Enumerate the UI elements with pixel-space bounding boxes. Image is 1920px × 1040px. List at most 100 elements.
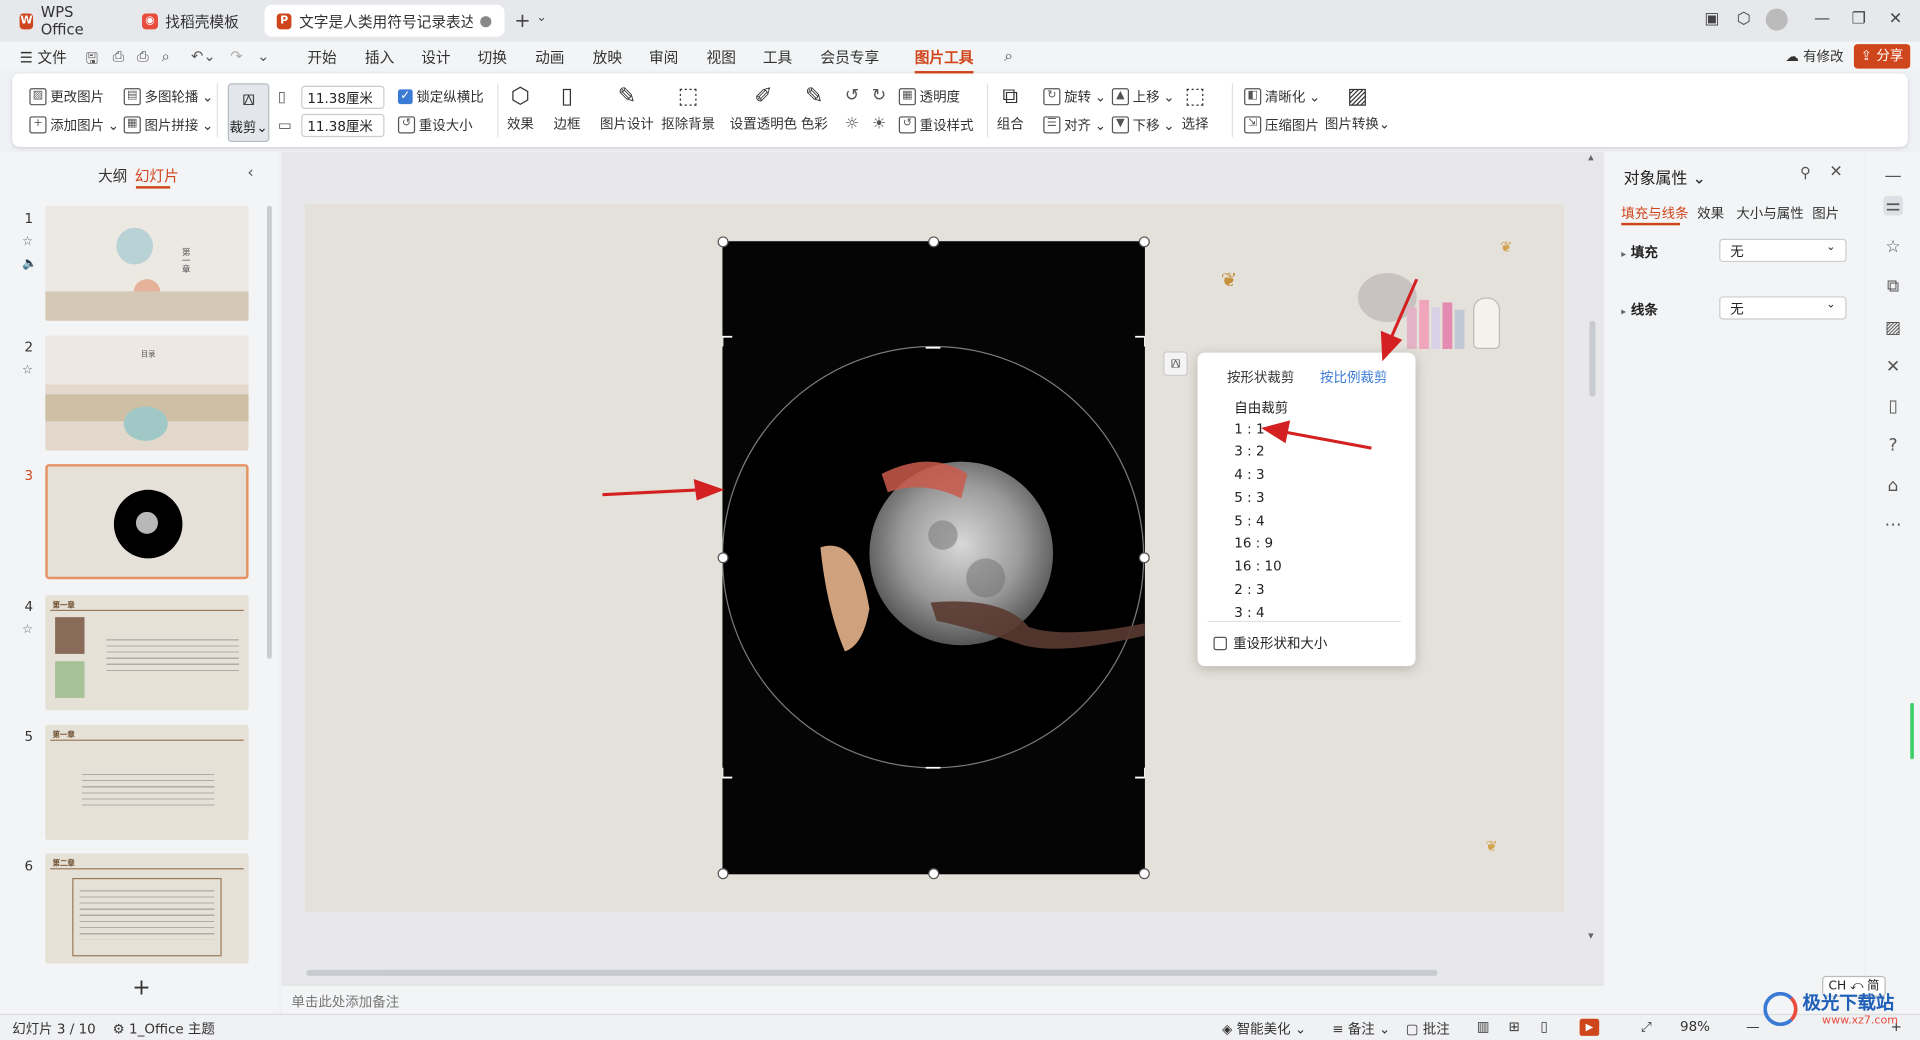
help-icon[interactable]: ? [1883,436,1903,456]
multi-carousel-button[interactable]: ▤ 多图轮播 ⌄ [123,87,213,107]
reset-shape-size-button[interactable]: 重设形状和大小 [1213,633,1327,653]
group-button[interactable]: ⧉ 组合 [997,83,1024,133]
vertical-scrollbar[interactable] [1589,320,1596,397]
line-section[interactable]: ▸ 线条 [1621,300,1658,320]
menu-slideshow[interactable]: 放映 [593,47,622,68]
avatar[interactable] [1765,8,1788,31]
close-window-icon[interactable]: ✕ [1883,10,1907,28]
normal-view-icon[interactable]: ▥ [1477,1019,1490,1035]
undo-icon[interactable]: ↶⌄ [191,48,216,65]
change-picture-button[interactable]: ▨ 更改图片 [29,87,104,107]
file-menu[interactable]: ☰ 文件 [20,47,67,68]
slide-thumbnail-6[interactable]: 第二章 [45,853,249,964]
add-slide-icon[interactable]: + [132,975,150,1001]
tab-size-properties[interactable]: 大小与属性 [1736,203,1803,223]
fill-select[interactable]: 无 ⌄ [1719,238,1847,263]
tab-effects[interactable]: 效果 [1697,203,1724,223]
search-icon[interactable]: ⌕ [1004,48,1013,66]
rotate-left-icon[interactable]: ↺ [845,86,859,106]
layout-icon[interactable]: ▣ [1700,10,1724,28]
play-icon[interactable]: ▶ [1579,1018,1600,1036]
menu-transition[interactable]: 切换 [478,47,507,68]
align-button[interactable]: ☰ 对齐 ⌄ [1043,115,1106,135]
crop-button[interactable]: ⟎ 裁剪⌄ [227,83,270,143]
menu-home[interactable]: 开始 [307,47,336,68]
menu-design[interactable]: 设计 [421,47,450,68]
effects-button[interactable]: ⬡ 效果 [507,83,534,133]
menu-review[interactable]: 审阅 [649,47,678,68]
brightness-icon[interactable]: ☼ [845,115,859,133]
outline-tab[interactable]: 大纲 [98,165,127,186]
ratio-16-9-item[interactable]: 16 : 9 [1234,535,1273,551]
tools-icon[interactable]: ✕ [1883,358,1903,378]
fit-icon[interactable]: ⤢ [1641,1019,1652,1036]
has-changes-button[interactable]: ☁ 有修改 [1785,47,1843,67]
save-icon[interactable]: 🖫 [86,48,99,74]
book-icon[interactable]: ▯ [1883,397,1903,417]
zoom-out-icon[interactable]: — [1746,1019,1759,1035]
slide-thumbnail-5[interactable]: 第一章 [45,724,249,841]
share-button[interactable]: ⇪ 分享 [1853,44,1911,69]
pin-icon[interactable]: ⚲ [1800,164,1811,181]
export-icon[interactable]: ⎙ [113,48,125,66]
star-icon[interactable]: ☆ [1883,238,1903,258]
ratio-3-4-item[interactable]: 3 : 4 [1234,605,1264,621]
notes-area[interactable]: 单击此处添加备注 [281,984,1605,1014]
add-picture-button[interactable]: + 添加图片 ⌄ [29,115,119,135]
tab-document[interactable]: P 文字是人类用符号记录表达信息以 ● [264,4,505,37]
comments-toggle[interactable]: ▢ 批注 [1406,1019,1450,1039]
slide-thumbnail-1[interactable]: 第一章 [45,205,249,321]
properties-icon[interactable]: ⚌ [1883,195,1903,216]
ratio-4-3-item[interactable]: 4 : 3 [1234,467,1264,483]
picture-convert-button[interactable]: ▨ 图片转换⌄ [1325,83,1390,133]
scroll-down-icon[interactable]: ▾ [1588,931,1594,943]
slide-thumbnail-4[interactable]: 第一章 [45,595,249,711]
resize-handle[interactable] [928,868,940,880]
picture-edit-icon[interactable]: ▨ [1883,318,1903,338]
set-transparent-color-button[interactable]: ✐ 设置透明色 [730,83,797,133]
notes-toggle[interactable]: ≡ 备注 ⌄ [1332,1019,1390,1039]
redo-icon[interactable]: ↷ [230,48,242,65]
menu-insert[interactable]: 插入 [365,47,394,68]
more-icon[interactable]: ⋯ [1883,516,1903,536]
ratio-5-3-item[interactable]: 5 : 3 [1234,490,1264,506]
tab-templates[interactable]: ◉ 找稻壳模板 [130,5,260,37]
new-tab-icon[interactable]: + [514,9,530,32]
tab-picture[interactable]: 图片 [1812,203,1839,223]
tab-wps-office[interactable]: W WPS Office [7,4,122,38]
resize-handle[interactable] [1138,868,1150,880]
unsaved-dot-icon[interactable]: ● [479,12,492,29]
crop-float-icon[interactable]: ⟎ [1163,351,1188,376]
picture-collage-button[interactable]: ▦ 图片拼接 ⌄ [123,115,213,135]
ratio-2-3-item[interactable]: 2 : 3 [1234,582,1264,598]
border-button[interactable]: ▯ 边框 [553,83,580,133]
resize-handle[interactable] [717,552,729,564]
menu-animation[interactable]: 动画 [535,47,564,68]
height-input[interactable]: 11.38厘米 [301,113,385,138]
restore-icon[interactable]: ❐ [1847,10,1871,28]
ratio-1-1-item[interactable]: 1 : 1 [1234,421,1264,437]
panel-scrollbar[interactable] [266,205,272,659]
menu-tools[interactable]: 工具 [763,47,792,68]
scroll-up-icon[interactable]: ▴ [1588,152,1594,164]
resize-handle[interactable] [928,236,940,248]
contrast-icon[interactable]: ☀ [872,115,886,133]
copy-icon[interactable]: ⧉ [1883,277,1903,297]
menu-picture-tools[interactable]: 图片工具 [914,47,974,74]
minimize-icon[interactable]: — [1810,10,1834,28]
shirt-icon[interactable]: ⌂ [1883,476,1903,496]
slides-tab[interactable]: 幻灯片 [135,165,179,186]
line-select[interactable]: 无 ⌄ [1719,296,1847,320]
cube-icon[interactable]: ⬡ [1731,10,1755,28]
tab-list-chevron-icon[interactable]: ⌄ [536,11,546,24]
crop-by-shape-tab[interactable]: 按形状裁剪 [1227,367,1294,387]
resize-handle[interactable] [717,236,729,248]
reset-style-button[interactable]: ↺ 重设样式 [898,115,973,135]
rotate-button[interactable]: ↻ 旋转 ⌄ [1043,87,1106,107]
smart-beautify-button[interactable]: ◈ 智能美化 ⌄ [1222,1019,1306,1039]
zoom-level[interactable]: 98% [1680,1019,1710,1035]
width-input[interactable]: 11.38厘米 [301,85,385,109]
transparency-button[interactable]: ▦ 透明度 [898,87,960,107]
send-backward-button[interactable]: ▼ 下移 ⌄ [1111,115,1175,135]
ratio-5-4-item[interactable]: 5 : 4 [1234,513,1264,529]
